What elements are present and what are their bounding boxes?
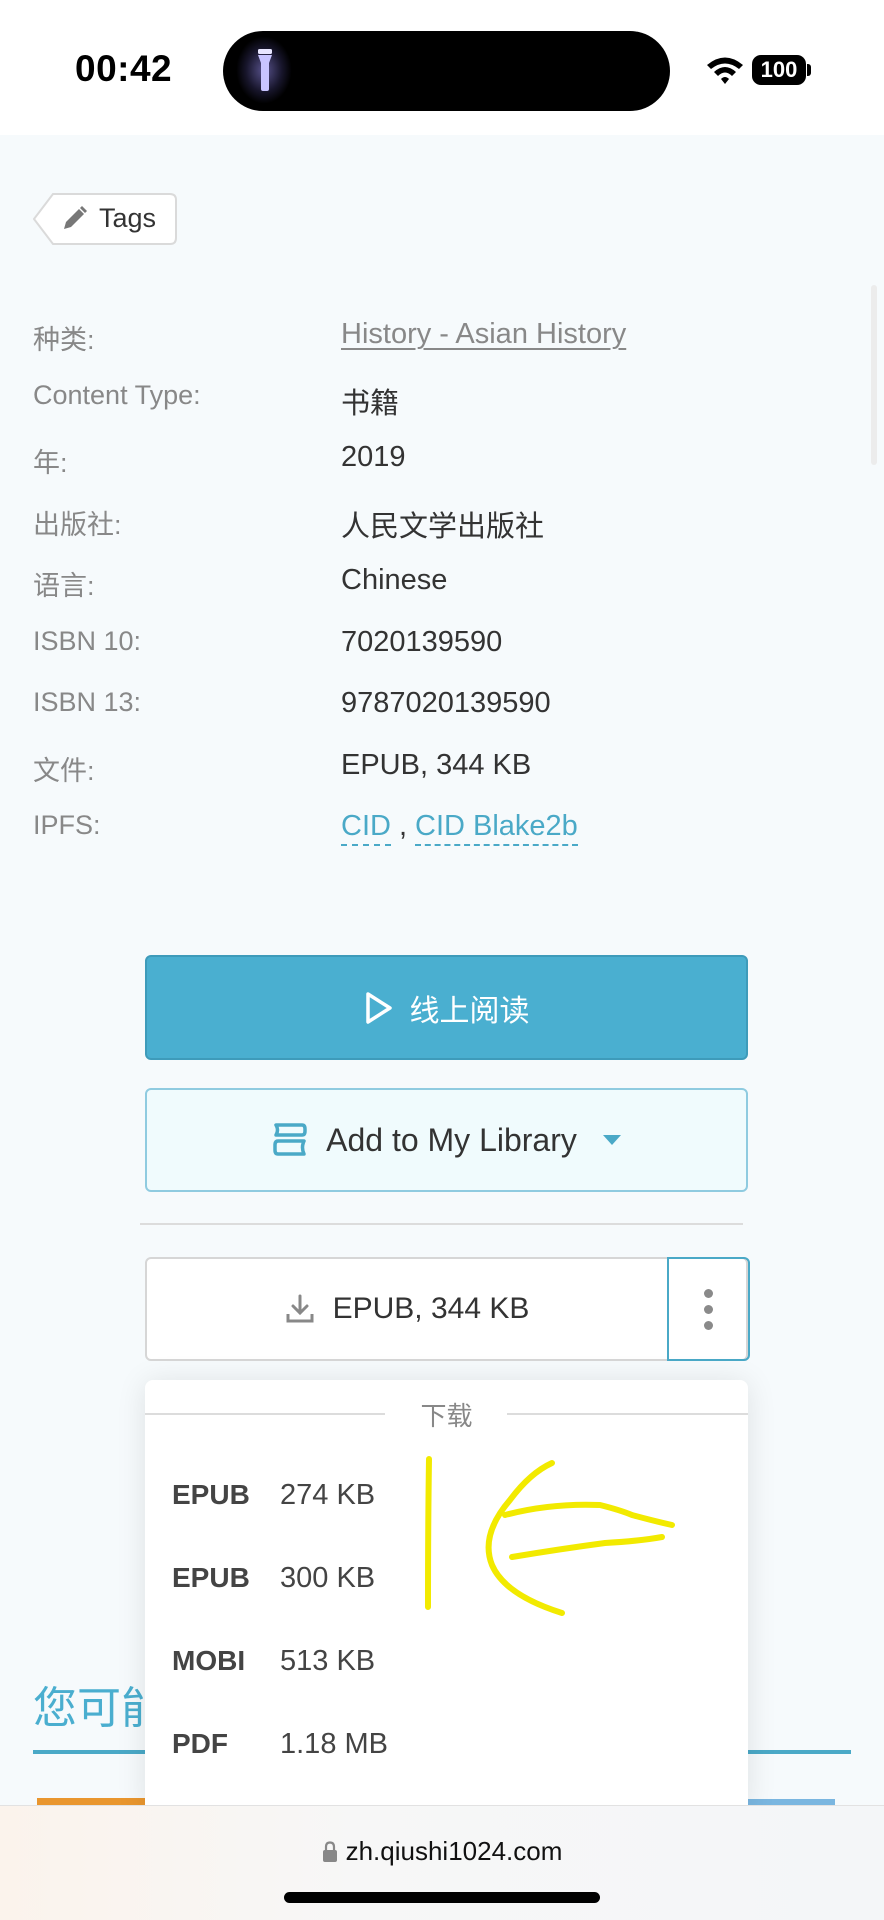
- detail-row-category: 种类: History - Asian History: [33, 318, 853, 380]
- detail-value: EPUB, 344 KB: [341, 748, 532, 781]
- more-options-button[interactable]: [667, 1257, 750, 1361]
- detail-row-language: 语言: Chinese: [33, 564, 853, 626]
- battery-tip: [807, 64, 811, 76]
- detail-row-content-type: Content Type: 书籍: [33, 380, 853, 442]
- chevron-down-icon: [602, 1134, 621, 1145]
- cid-link[interactable]: CID: [341, 810, 391, 846]
- more-vertical-icon: [704, 1288, 713, 1330]
- header-line: [507, 1413, 748, 1415]
- size-label: 1.18 MB: [280, 1727, 388, 1760]
- detail-row-isbn10: ISBN 10: 7020139590: [33, 626, 853, 688]
- detail-row-ipfs: IPFS: CID, CID Blake2b: [33, 810, 853, 872]
- detail-key: Content Type:: [33, 379, 201, 410]
- book-details: 种类: History - Asian History Content Type…: [33, 318, 853, 872]
- add-to-library-label: Add to My Library: [326, 1121, 577, 1158]
- format-label: EPUB: [172, 1479, 250, 1510]
- detail-key: 年:: [33, 448, 68, 478]
- lock-icon: [322, 1841, 337, 1862]
- detail-value: 7020139590: [341, 625, 503, 658]
- format-label: EPUB: [172, 1562, 250, 1593]
- divider: [140, 1223, 743, 1225]
- detail-value: Chinese: [341, 564, 448, 596]
- link-separator: ,: [398, 810, 408, 842]
- cid-blake2b-link[interactable]: CID Blake2b: [415, 810, 578, 846]
- category-link[interactable]: History - Asian History: [341, 318, 626, 351]
- detail-value: 9787020139590: [341, 687, 551, 719]
- download-button[interactable]: EPUB, 344 KB: [147, 1259, 667, 1359]
- detail-value: 书籍: [341, 387, 400, 420]
- wifi-icon: [707, 57, 743, 84]
- ipfs-links: CID, CID Blake2b: [341, 810, 578, 846]
- battery-icon: 100: [752, 55, 806, 85]
- size-label: 513 KB: [280, 1644, 376, 1677]
- detail-key: ISBN 13:: [33, 687, 142, 717]
- flashlight-icon: [258, 49, 272, 91]
- dropdown-item[interactable]: PDF 1.18 MB: [172, 1719, 388, 1769]
- format-label: MOBI: [172, 1645, 246, 1676]
- detail-row-file: 文件: EPUB, 344 KB: [33, 749, 853, 811]
- read-online-button[interactable]: 线上阅读: [145, 955, 748, 1060]
- detail-key: ISBN 10:: [33, 625, 142, 656]
- download-icon: [286, 1294, 314, 1323]
- dropdown-item[interactable]: MOBI 513 KB: [172, 1636, 375, 1686]
- play-icon: [365, 991, 392, 1024]
- download-label: EPUB, 344 KB: [332, 1292, 530, 1325]
- clock: 00:42: [75, 48, 173, 89]
- home-indicator[interactable]: [284, 1892, 600, 1903]
- tags-button[interactable]: Tags: [33, 193, 177, 245]
- read-online-label: 线上阅读: [409, 994, 530, 1028]
- detail-row-isbn13: ISBN 13: 9787020139590: [33, 687, 853, 749]
- detail-key: 文件:: [33, 755, 95, 786]
- status-bar: 00:42 100: [0, 0, 884, 135]
- scrollbar[interactable]: [871, 285, 877, 465]
- size-label: 274 KB: [280, 1478, 376, 1511]
- pencil-icon: [64, 206, 87, 229]
- detail-key: 种类:: [33, 325, 95, 355]
- books-icon: [273, 1123, 307, 1156]
- detail-value: 2019: [341, 441, 406, 473]
- url-text: zh.qiushi1024.com: [345, 1836, 563, 1866]
- detail-key: IPFS:: [33, 810, 101, 840]
- dropdown-item[interactable]: EPUB 274 KB: [172, 1470, 375, 1520]
- yellow-arrow-annotation: [425, 1456, 675, 1616]
- format-label: PDF: [172, 1728, 228, 1759]
- detail-key: 出版社:: [33, 509, 122, 540]
- detail-value: 人民文学出版社: [341, 510, 545, 543]
- add-to-library-button[interactable]: Add to My Library: [145, 1088, 748, 1192]
- size-label: 300 KB: [280, 1561, 376, 1594]
- tags-label: Tags: [99, 203, 157, 233]
- detail-row-publisher: 出版社: 人民文学出版社: [33, 503, 853, 565]
- download-button-group: EPUB, 344 KB: [145, 1257, 750, 1361]
- url-field[interactable]: zh.qiushi1024.com: [0, 1836, 884, 1867]
- dropdown-item[interactable]: EPUB 300 KB: [172, 1553, 375, 1603]
- detail-row-year: 年: 2019: [33, 441, 853, 503]
- detail-key: 语言:: [33, 571, 95, 601]
